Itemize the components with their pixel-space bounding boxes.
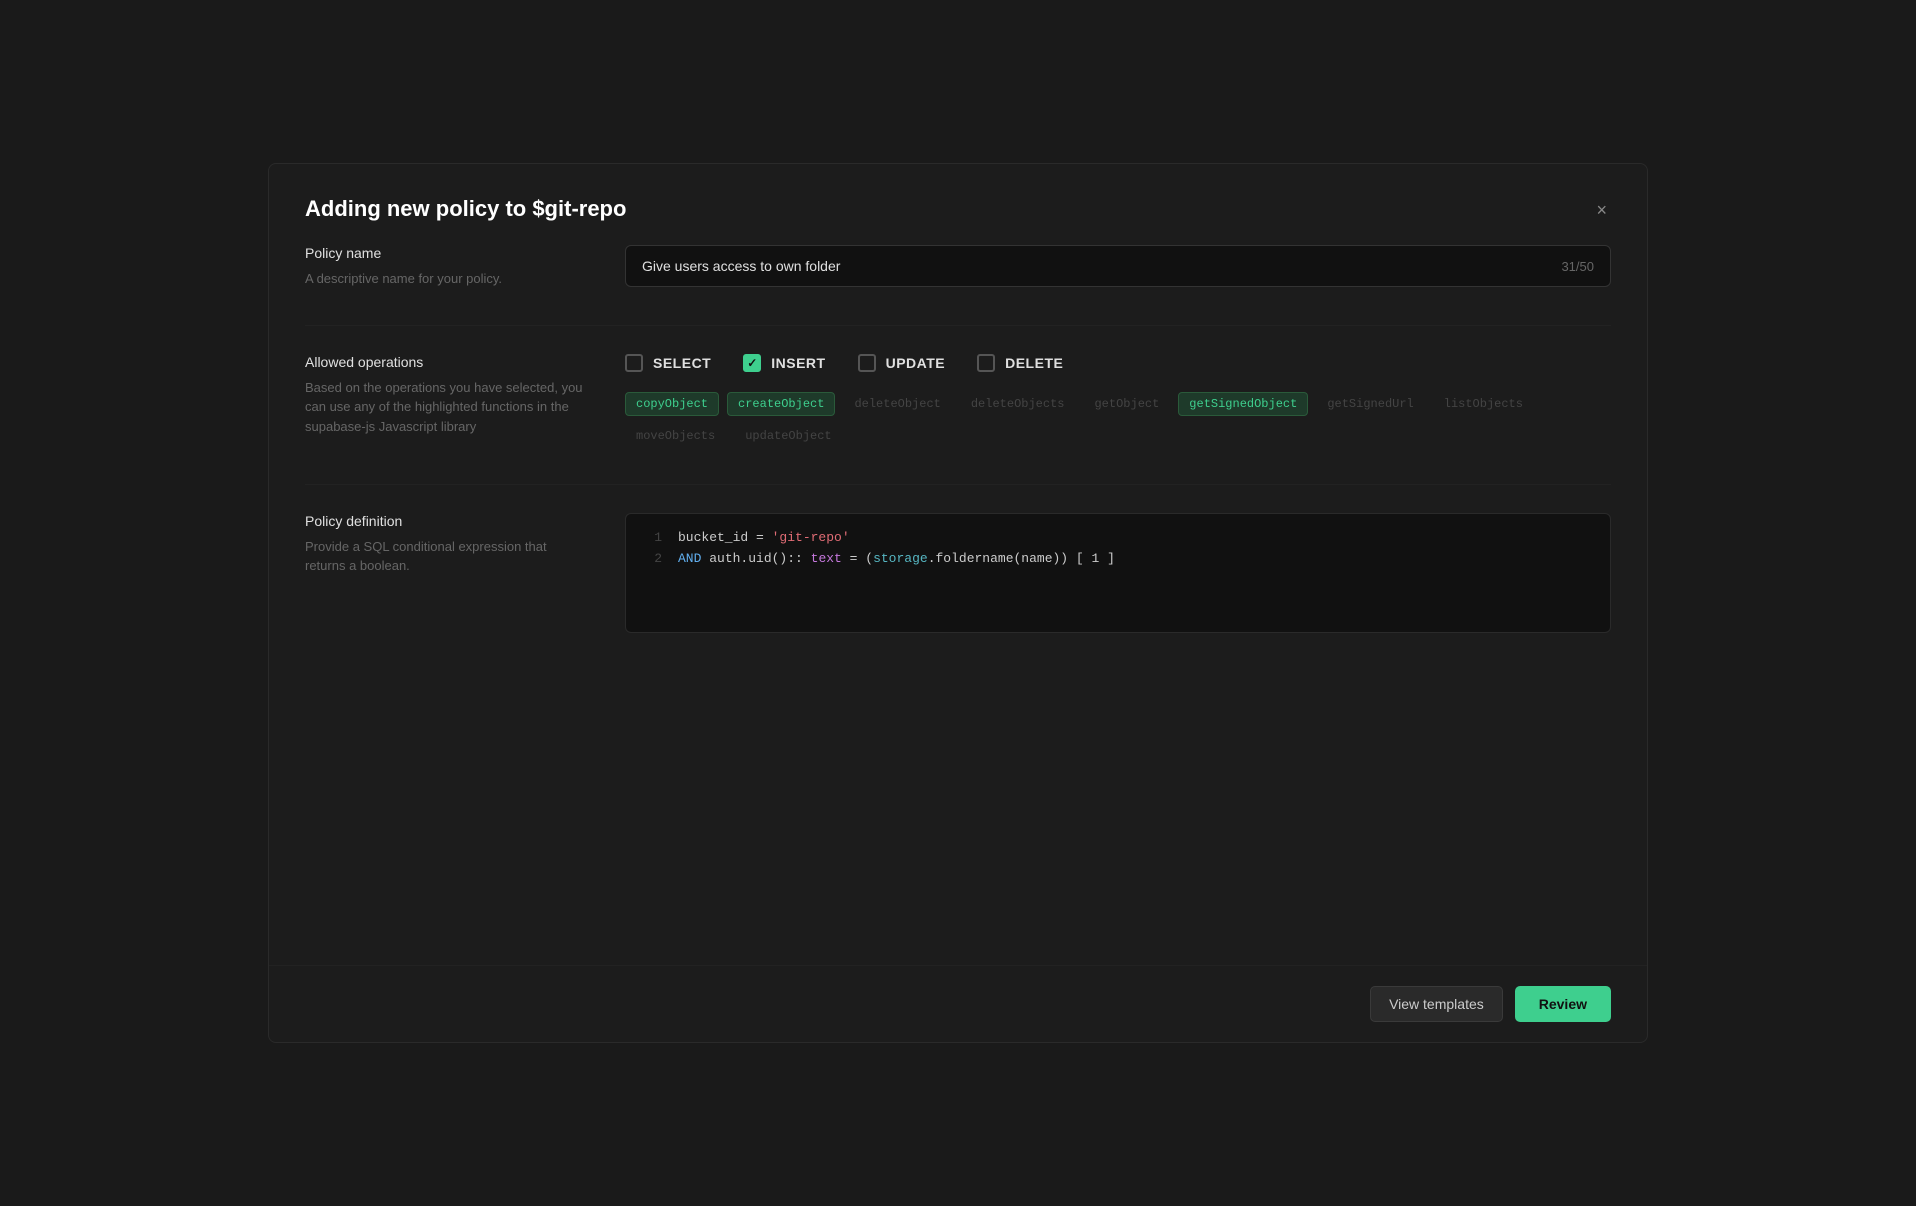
divider-1: [305, 325, 1611, 326]
policy-name-section: Policy name A descriptive name for your …: [305, 245, 1611, 289]
code-normal-2b: = (: [842, 551, 873, 566]
fn-listObjects: listObjects: [1433, 392, 1534, 416]
fn-getObject: getObject: [1083, 392, 1170, 416]
fn-updateObject: updateObject: [734, 424, 842, 448]
line-num-2: 2: [642, 551, 662, 566]
fn-moveObjects: moveObjects: [625, 424, 726, 448]
operations-row: SELECT INSERT UPDATE DELETE: [625, 354, 1611, 372]
code-keyword-2a: AND: [678, 551, 709, 566]
fn-getSignedUrl: getSignedUrl: [1316, 392, 1424, 416]
line-num-1: 1: [642, 530, 662, 545]
checkbox-delete[interactable]: [977, 354, 995, 372]
policy-definition-title: Policy definition: [305, 513, 585, 529]
op-label-delete: DELETE: [1005, 355, 1063, 371]
operation-delete[interactable]: DELETE: [977, 354, 1063, 372]
code-line-1: 1 bucket_id = 'git-repo': [642, 530, 1594, 545]
modal-footer: View templates Review: [269, 965, 1647, 1042]
operation-select[interactable]: SELECT: [625, 354, 711, 372]
code-editor[interactable]: 1 bucket_id = 'git-repo' 2 AND auth.uid(…: [625, 513, 1611, 633]
code-line-2: 2 AND auth.uid():: text = (storage.folde…: [642, 551, 1594, 566]
code-function-2: storage: [873, 551, 928, 566]
review-button[interactable]: Review: [1515, 986, 1611, 1022]
policy-name-content: 31/50: [625, 245, 1611, 287]
view-templates-button[interactable]: View templates: [1370, 986, 1503, 1022]
fn-deleteObjects: deleteObjects: [960, 392, 1076, 416]
modal-body: Policy name A descriptive name for your …: [269, 245, 1647, 965]
fn-deleteObject: deleteObject: [843, 392, 951, 416]
operations-section: Allowed operations Based on the operatio…: [305, 354, 1611, 448]
code-textkey-2: text: [811, 551, 842, 566]
fn-getSignedObject: getSignedObject: [1178, 392, 1308, 416]
policy-definition-content: 1 bucket_id = 'git-repo' 2 AND auth.uid(…: [625, 513, 1611, 633]
fn-copyObject: copyObject: [625, 392, 719, 416]
op-label-insert: INSERT: [771, 355, 825, 371]
modal-title: Adding new policy to $git-repo: [305, 196, 626, 222]
code-string-1: 'git-repo': [772, 530, 850, 545]
checkbox-select[interactable]: [625, 354, 643, 372]
policy-name-title: Policy name: [305, 245, 585, 261]
op-label-update: UPDATE: [886, 355, 946, 371]
close-button[interactable]: ×: [1592, 196, 1611, 225]
code-normal-2c: .foldername(name)) [ 1 ]: [928, 551, 1115, 566]
char-count: 31/50: [1561, 259, 1594, 274]
fn-createObject: createObject: [727, 392, 835, 416]
policy-definition-section: Policy definition Provide a SQL conditio…: [305, 513, 1611, 633]
close-icon: ×: [1596, 200, 1607, 221]
code-content-1: bucket_id = 'git-repo': [678, 530, 850, 545]
functions-grid: copyObject createObject deleteObject del…: [625, 392, 1611, 448]
checkbox-update[interactable]: [858, 354, 876, 372]
operations-title: Allowed operations: [305, 354, 585, 370]
operation-insert[interactable]: INSERT: [743, 354, 825, 372]
code-content-2: AND auth.uid():: text = (storage.foldern…: [678, 551, 1115, 566]
code-normal-2a: auth.uid()::: [709, 551, 810, 566]
operations-label: Allowed operations Based on the operatio…: [305, 354, 585, 437]
policy-name-label: Policy name A descriptive name for your …: [305, 245, 585, 289]
code-normal-1a: bucket_id =: [678, 530, 772, 545]
operation-update[interactable]: UPDATE: [858, 354, 946, 372]
add-policy-modal: Adding new policy to $git-repo × Policy …: [268, 163, 1648, 1043]
policy-name-field[interactable]: [642, 258, 1549, 274]
policy-name-input-wrapper: 31/50: [625, 245, 1611, 287]
policy-definition-desc: Provide a SQL conditional expression tha…: [305, 537, 585, 576]
modal-header: Adding new policy to $git-repo ×: [269, 164, 1647, 245]
op-label-select: SELECT: [653, 355, 711, 371]
policy-name-desc: A descriptive name for your policy.: [305, 269, 585, 289]
operations-desc: Based on the operations you have selecte…: [305, 378, 585, 437]
operations-content: SELECT INSERT UPDATE DELETE: [625, 354, 1611, 448]
policy-definition-label: Policy definition Provide a SQL conditio…: [305, 513, 585, 576]
checkbox-insert[interactable]: [743, 354, 761, 372]
divider-2: [305, 484, 1611, 485]
